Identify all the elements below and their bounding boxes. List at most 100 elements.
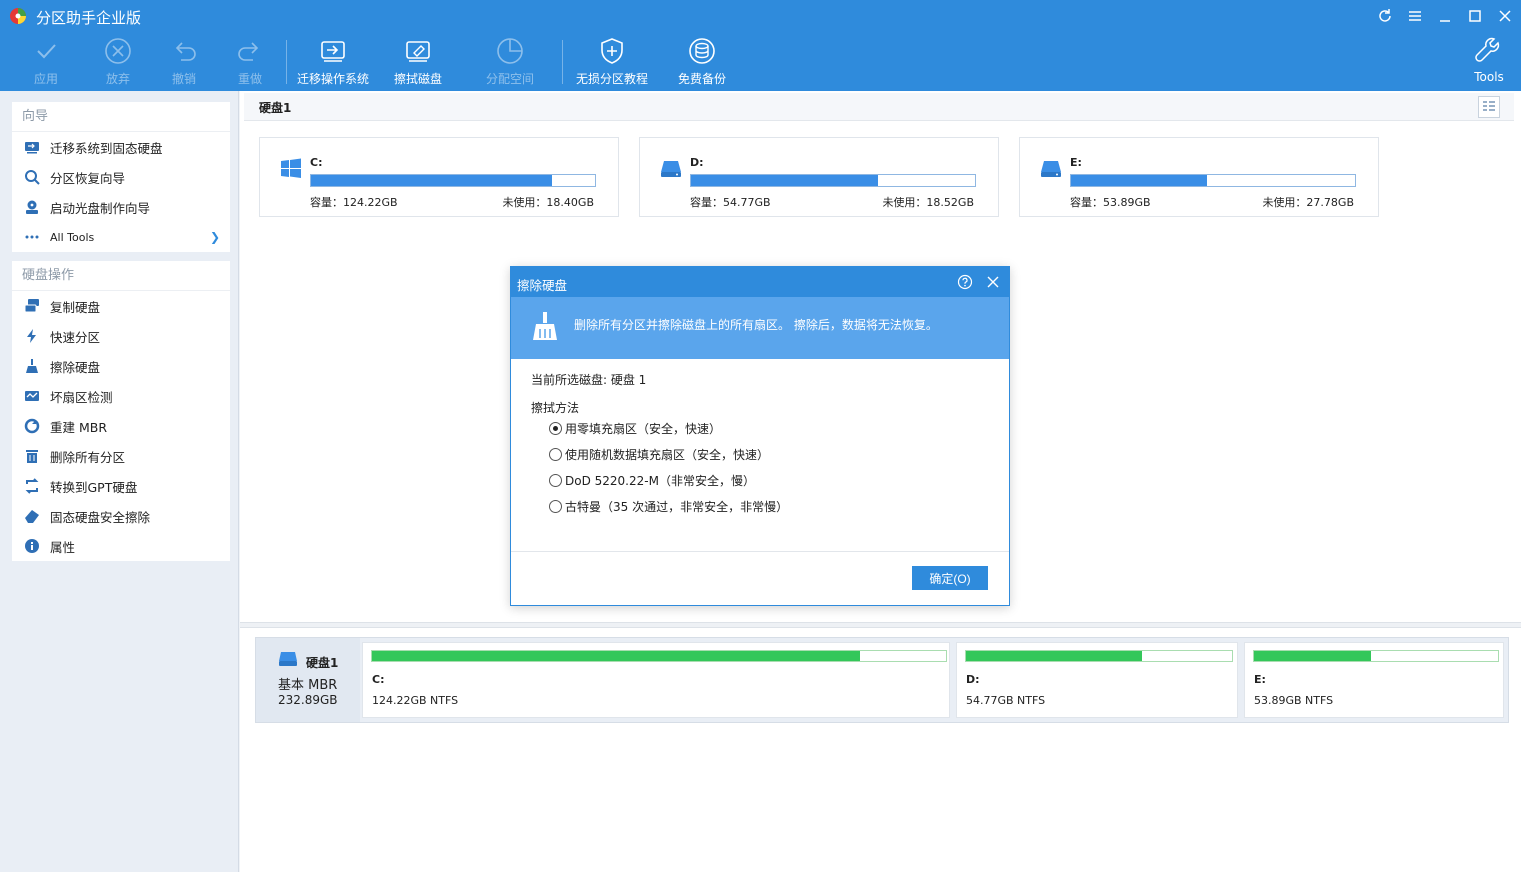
partition-card-e[interactable]: E: 容量：53.89GB 未使用：27.78GB xyxy=(1019,137,1379,217)
dialog-close-icon[interactable] xyxy=(985,274,1001,290)
sidebar-item-bad-sector[interactable]: 坏扇区检测 xyxy=(12,381,230,411)
sidebar-item-properties[interactable]: 属性 xyxy=(12,531,230,561)
view-toggle-button[interactable] xyxy=(1478,96,1500,118)
toolbar-divider xyxy=(286,40,287,84)
disk-tab[interactable]: 硬盘1 xyxy=(244,93,1514,121)
radio[interactable] xyxy=(549,474,562,487)
sidebar-item-migrate-ssd[interactable]: 迁移系统到固态硬盘 xyxy=(12,132,230,162)
dialog-title-bar[interactable]: 擦除硬盘 xyxy=(511,267,1009,297)
list-view-icon xyxy=(1483,101,1495,111)
usage-fill xyxy=(311,175,553,186)
apply-button[interactable]: 应用 xyxy=(8,36,84,88)
copy-disk-icon xyxy=(24,298,40,314)
more-icon xyxy=(24,229,40,245)
bootable-media-icon xyxy=(24,199,40,215)
tools-button[interactable]: Tools xyxy=(1451,36,1521,88)
disk-part-c[interactable]: C: 124.22GB NTFS xyxy=(362,642,950,718)
ok-button[interactable]: 确定(O) xyxy=(912,566,988,590)
redo-button[interactable]: 重做 xyxy=(212,36,288,88)
dialog-banner: 删除所有分区并擦除磁盘上的所有扇区。 擦除后，数据将无法恢复。 xyxy=(511,297,1009,359)
disk-part-e[interactable]: E: 53.89GB NTFS xyxy=(1244,642,1504,718)
minimize-icon[interactable] xyxy=(1434,6,1456,26)
maximize-icon[interactable] xyxy=(1464,6,1486,26)
disk-ops-heading: 硬盘操作 xyxy=(12,261,230,291)
wipe-disk-button[interactable]: 擦拭磁盘 xyxy=(380,36,456,88)
wipe-method-label: 擦拭方法 xyxy=(531,401,580,415)
disk-usage-fill xyxy=(1254,651,1372,661)
wrench-icon xyxy=(1475,37,1500,62)
quick-partition-icon xyxy=(24,328,40,344)
dialog-footer: 确定(O) xyxy=(511,551,1009,605)
drive-icon xyxy=(1041,161,1061,177)
toolbar-divider xyxy=(562,40,563,84)
disk-usage-fill xyxy=(372,651,860,661)
disk-usage-bar xyxy=(965,650,1233,662)
menu-icon[interactable] xyxy=(1404,6,1426,26)
wizard-heading: 向导 xyxy=(12,102,230,132)
check-icon xyxy=(37,44,56,59)
dialog-title: 擦除硬盘 xyxy=(517,278,568,293)
disk-map-row: 硬盘1 基本 MBR 232.89GB C: 124.22GB NTFS D: … xyxy=(255,637,1509,723)
usage-fill xyxy=(691,175,879,186)
undo-button[interactable]: 撤销 xyxy=(146,36,222,88)
backup-icon xyxy=(689,38,715,64)
broom-icon xyxy=(533,312,557,340)
wipe-option-zero-fill[interactable]: 用零填充扇区（安全，快速） xyxy=(549,420,721,437)
partition-card-c[interactable]: C: 容量：124.22GB 未使用：18.40GB xyxy=(259,137,619,217)
sidebar-item-copy-disk[interactable]: 复制硬盘 xyxy=(12,291,230,321)
drive-icon xyxy=(661,161,681,177)
top-bar: 分区助手企业版 应用 放弃 撤销 重做 迁移操作系统 擦拭磁盘 分配空间 无损分… xyxy=(0,0,1521,91)
radio[interactable] xyxy=(549,500,562,513)
sidebar-item-convert-gpt[interactable]: 转换到GPT硬盘 xyxy=(12,471,230,501)
usage-bar xyxy=(690,174,976,187)
sidebar-item-quick-partition[interactable]: 快速分区 xyxy=(12,321,230,351)
wipe-option-random-fill[interactable]: 使用随机数据填充扇区（安全，快速） xyxy=(549,446,769,463)
redo-icon xyxy=(238,42,259,61)
migrate-os-icon xyxy=(321,41,345,62)
rebuild-mbr-icon xyxy=(24,418,40,434)
sidebar-item-bootable-media[interactable]: 启动光盘制作向导 xyxy=(12,192,230,222)
sidebar: 向导 迁移系统到固态硬盘 分区恢复向导 启动光盘制作向导 All Tools ❯… xyxy=(0,91,239,872)
recovery-icon xyxy=(24,169,40,185)
free-backup-button[interactable]: 免费备份 xyxy=(664,36,740,88)
sidebar-item-delete-partitions[interactable]: 删除所有分区 xyxy=(12,441,230,471)
usage-bar xyxy=(1070,174,1356,187)
disk-ops-panel: 硬盘操作 复制硬盘 快速分区 擦除硬盘 坏扇区检测 重建 MBR 删除所有分区 … xyxy=(12,261,230,561)
pie-icon xyxy=(497,38,523,64)
disk-icon xyxy=(279,652,297,666)
partition-card-d[interactable]: D: 容量：54.77GB 未使用：18.52GB xyxy=(639,137,999,217)
radio[interactable] xyxy=(549,448,562,461)
sidebar-item-rebuild-mbr[interactable]: 重建 MBR xyxy=(12,411,230,441)
allocate-space-button[interactable]: 分配空间 xyxy=(472,36,548,88)
refresh-icon[interactable] xyxy=(1374,6,1396,26)
toolbar: 应用 放弃 撤销 重做 迁移操作系统 擦拭磁盘 分配空间 无损分区教程 免费备份… xyxy=(0,32,1521,91)
sidebar-item-wipe-disk[interactable]: 擦除硬盘 xyxy=(12,351,230,381)
current-disk-label: 当前所选磁盘: 硬盘 1 xyxy=(531,373,647,387)
disk-tab-label: 硬盘1 xyxy=(259,101,292,115)
trash-icon xyxy=(24,448,40,464)
radio-selected[interactable] xyxy=(549,422,562,435)
close-icon[interactable] xyxy=(1494,6,1516,26)
pane-splitter[interactable] xyxy=(240,622,1521,628)
windows-icon xyxy=(281,158,301,178)
sidebar-item-all-tools[interactable]: All Tools ❯ xyxy=(12,222,230,252)
disk-usage-fill xyxy=(966,651,1142,661)
migrate-icon xyxy=(24,139,40,155)
migrate-os-button[interactable]: 迁移操作系统 xyxy=(294,36,372,88)
wipe-option-gutmann[interactable]: 古特曼（35 次通过，非常安全，非常慢） xyxy=(549,498,788,515)
sidebar-item-ssd-secure-erase[interactable]: 固态硬盘安全擦除 xyxy=(12,501,230,531)
discard-button[interactable]: 放弃 xyxy=(80,36,156,88)
convert-gpt-icon xyxy=(24,478,40,494)
disk-usage-bar xyxy=(371,650,947,662)
chevron-right-icon: ❯ xyxy=(209,230,220,244)
dialog-warning-text: 删除所有分区并擦除磁盘上的所有扇区。 擦除后，数据将无法恢复。 xyxy=(574,318,938,332)
help-icon[interactable] xyxy=(957,274,973,290)
lossless-tutorial-button[interactable]: 无损分区教程 xyxy=(572,36,652,88)
title-bar: 分区助手企业版 xyxy=(0,0,1521,32)
disk-usage-bar xyxy=(1253,650,1499,662)
sidebar-item-partition-recovery[interactable]: 分区恢复向导 xyxy=(12,162,230,192)
wipe-option-dod[interactable]: DoD 5220.22-M（非常安全，慢） xyxy=(549,472,755,489)
disk-info[interactable]: 硬盘1 基本 MBR 232.89GB xyxy=(256,638,360,722)
disk-part-d[interactable]: D: 54.77GB NTFS xyxy=(956,642,1238,718)
shield-icon xyxy=(601,38,623,64)
